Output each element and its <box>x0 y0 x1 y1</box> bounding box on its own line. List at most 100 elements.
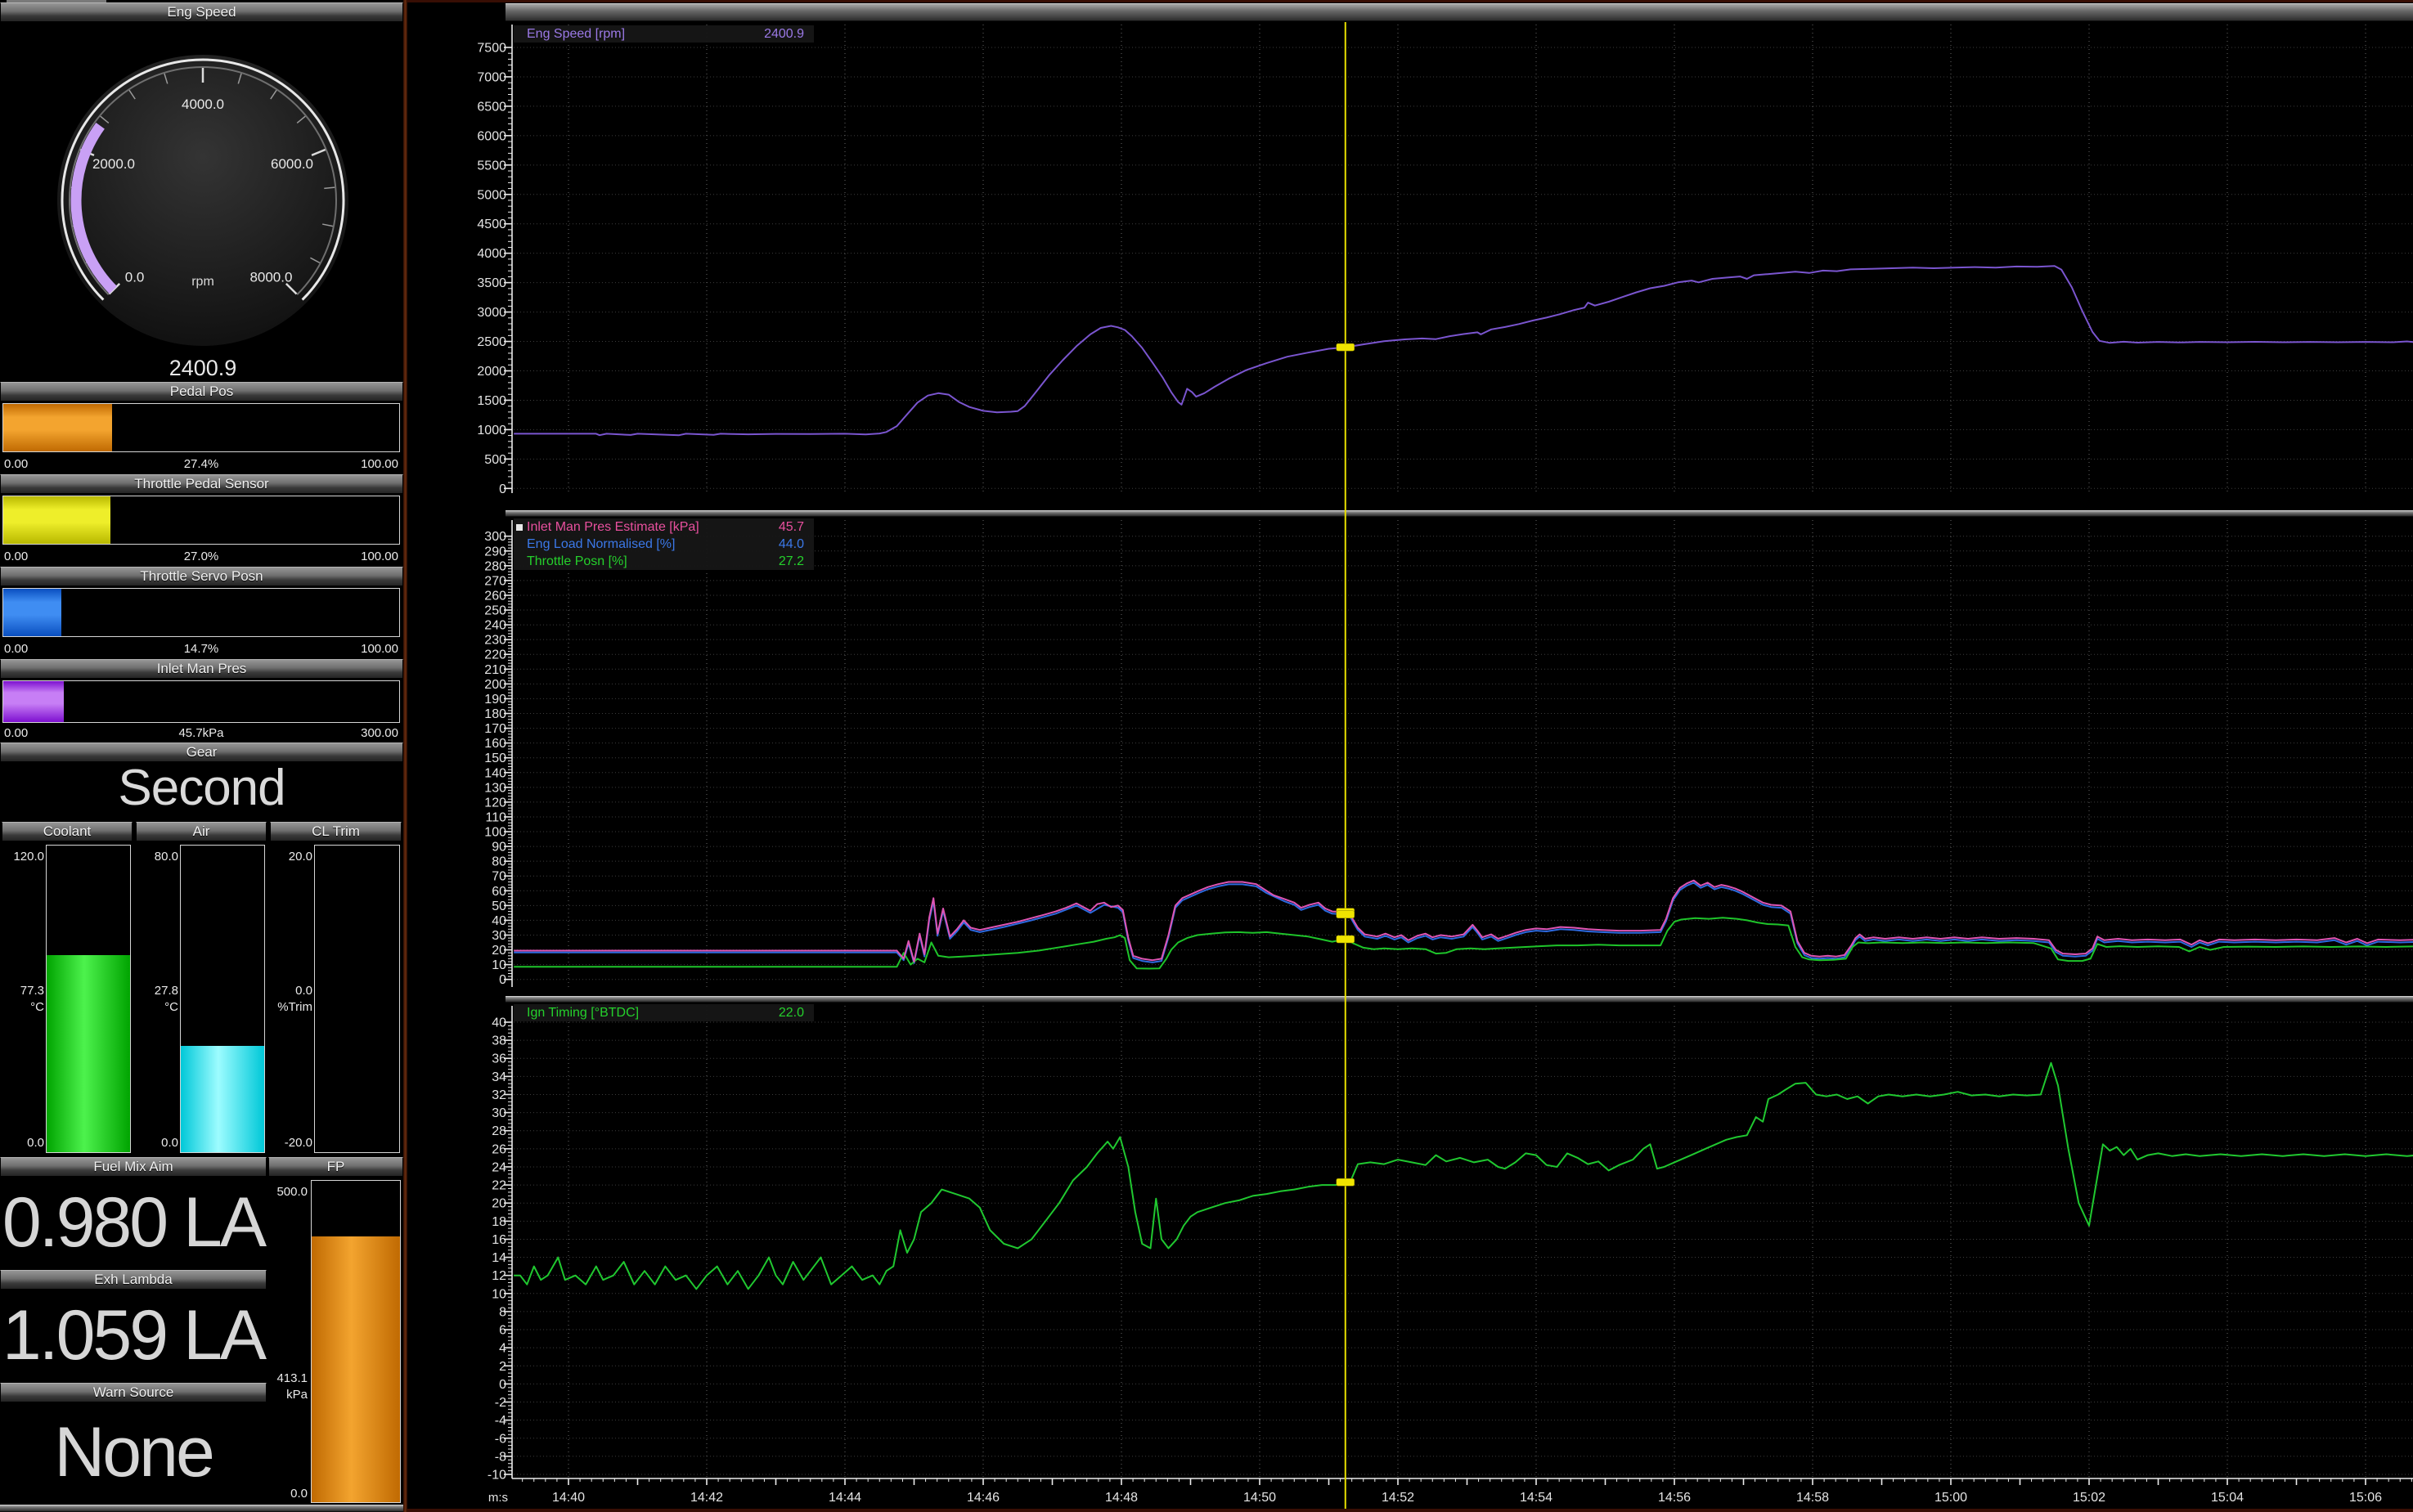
chart-ign-timing: -10-8-6-4-202468101214161820222426283032… <box>488 1006 2413 1483</box>
y-tick-label: 40 <box>492 914 506 928</box>
y-tick-label: 10 <box>492 958 506 972</box>
y-tick-label: 230 <box>484 634 506 648</box>
y-tick-label: 4500 <box>477 218 506 231</box>
cursor-marker <box>1337 911 1355 918</box>
y-tick-label: 160 <box>484 737 506 751</box>
cursor-marker <box>1337 343 1355 351</box>
y-tick-label: 0 <box>499 1378 506 1392</box>
time-tick-label: 14:54 <box>1520 1491 1552 1505</box>
legend-inlet-load-throttle[interactable]: Inlet Man Pres Estimate [kPa]45.7Eng Loa… <box>514 518 814 570</box>
y-tick-label: 4000 <box>477 247 506 261</box>
y-tick-label: 3500 <box>477 276 506 290</box>
y-tick-label: 150 <box>484 752 506 765</box>
series-ign-timing <box>514 1063 2413 1290</box>
y-tick-label: 6000 <box>477 129 506 143</box>
y-tick-label: -8 <box>495 1450 506 1464</box>
y-tick-label: 30 <box>492 1106 506 1120</box>
y-tick-label: 10 <box>492 1287 506 1301</box>
y-tick-label: 38 <box>492 1034 506 1048</box>
y-tick-label: 12 <box>492 1269 506 1283</box>
y-tick-label: 50 <box>492 900 506 913</box>
y-tick-label: 0 <box>499 482 506 496</box>
y-tick-label: 20 <box>492 944 506 958</box>
legend-channel-label: Eng Speed [rpm] <box>527 25 625 43</box>
y-tick-label: 6 <box>499 1324 506 1338</box>
y-tick-label: 80 <box>492 855 506 869</box>
legend-channel-value: 44.0 <box>779 536 804 553</box>
y-tick-label: 170 <box>484 722 506 736</box>
chart-eng-speed: 0 500 1000 1500 2000 2500 3000 3500 4000 4500 5000… <box>477 25 2413 496</box>
legend-channel-value: 45.7 <box>779 518 804 536</box>
y-tick-label: 500 <box>484 453 506 467</box>
y-tick-label: 14 <box>492 1251 506 1265</box>
legend-row[interactable]: Ign Timing [°BTDC]22.0 <box>514 1004 814 1021</box>
time-tick-label: 15:02 <box>2073 1491 2105 1505</box>
y-tick-label: 34 <box>492 1070 506 1084</box>
time-axis: 14:4014:4214:4414:4614:4814:5014:5214:54… <box>488 1478 2413 1505</box>
y-tick-label: 7500 <box>477 42 506 56</box>
y-tick-label: 140 <box>484 766 506 780</box>
y-tick-label: 22 <box>492 1179 506 1193</box>
y-tick-label: 70 <box>492 870 506 884</box>
time-tick-label: 14:48 <box>1105 1491 1138 1505</box>
legend-row[interactable]: Eng Load Normalised [%] 44.0 <box>514 536 814 553</box>
legend-row[interactable]: Eng Speed [rpm] 2400.9 <box>514 25 814 43</box>
y-tick-label: -10 <box>488 1469 506 1483</box>
y-tick-label: 100 <box>484 826 506 840</box>
y-tick-label: 2000 <box>477 365 506 379</box>
y-tick-label: 30 <box>492 929 506 943</box>
legend-row[interactable]: Throttle Posn [%]27.2 <box>514 553 814 570</box>
legend-channel-value: 2400.9 <box>764 25 804 43</box>
time-tick-label: 14:56 <box>1658 1491 1691 1505</box>
y-tick-label: 280 <box>484 559 506 573</box>
time-tick-label: 15:00 <box>1934 1491 1967 1505</box>
y-tick-label: 60 <box>492 885 506 899</box>
y-tick-label: 240 <box>484 619 506 633</box>
y-tick-label: 4 <box>499 1342 506 1356</box>
time-tick-label: 14:58 <box>1796 1491 1829 1505</box>
y-tick-label: 1000 <box>477 424 506 437</box>
y-tick-label: 2500 <box>477 335 506 349</box>
time-tick-label: 14:42 <box>690 1491 723 1505</box>
app-window: Eng Speed 0.02000.04000.06000.08000.0rpm… <box>0 0 2413 1512</box>
y-tick-label: 2 <box>499 1360 506 1374</box>
time-tick-label: 14:52 <box>1382 1491 1414 1505</box>
y-tick-label: 36 <box>492 1052 506 1066</box>
y-tick-label: 250 <box>484 604 506 618</box>
y-tick-label: 120 <box>484 796 506 810</box>
time-tick-label: 14:44 <box>829 1491 861 1505</box>
time-axis-unit: m:s <box>488 1491 508 1505</box>
y-tick-label: -2 <box>495 1396 506 1410</box>
legend-channel-label: Eng Load Normalised [%] <box>527 536 675 553</box>
legend-row[interactable]: Inlet Man Pres Estimate [kPa] 45.7 <box>514 518 814 536</box>
legend-eng-speed[interactable]: Eng Speed [rpm] 2400.9 <box>514 25 814 43</box>
y-tick-label: -4 <box>495 1414 506 1428</box>
y-tick-label: 290 <box>484 545 506 559</box>
legend-channel-label: Throttle Posn [%] <box>527 553 627 570</box>
y-tick-label: 26 <box>492 1142 506 1156</box>
legend-channel-label: Ign Timing [°BTDC] <box>527 1004 639 1021</box>
y-tick-label: 90 <box>492 841 506 855</box>
y-tick-label: 40 <box>492 1016 506 1030</box>
y-tick-label: 7000 <box>477 70 506 84</box>
y-tick-label: 0 <box>499 973 506 987</box>
cursor-marker <box>1337 1178 1355 1186</box>
y-tick-label: 18 <box>492 1215 506 1229</box>
y-tick-label: 110 <box>485 810 506 824</box>
legend-channel-label: Inlet Man Pres Estimate [kPa] <box>527 518 699 536</box>
time-tick-label: 15:04 <box>2211 1491 2244 1505</box>
series-eng-speed <box>514 266 2413 435</box>
y-tick-label: 130 <box>484 781 506 795</box>
series-throttle-posn <box>514 918 2413 968</box>
y-tick-label: 5500 <box>477 159 506 173</box>
time-tick-label: 14:50 <box>1243 1491 1276 1505</box>
y-tick-label: 3000 <box>477 306 506 320</box>
y-tick-label: 1500 <box>477 394 506 408</box>
legend-ign-timing[interactable]: Ign Timing [°BTDC]22.0 <box>514 1004 814 1021</box>
time-tick-label: 15:06 <box>2349 1491 2382 1505</box>
y-tick-label: 5000 <box>477 188 506 202</box>
y-tick-label: 210 <box>484 663 506 677</box>
time-tick-label: 14:40 <box>552 1491 585 1505</box>
cursor-marker <box>1337 935 1355 943</box>
y-tick-label: -6 <box>495 1432 506 1446</box>
